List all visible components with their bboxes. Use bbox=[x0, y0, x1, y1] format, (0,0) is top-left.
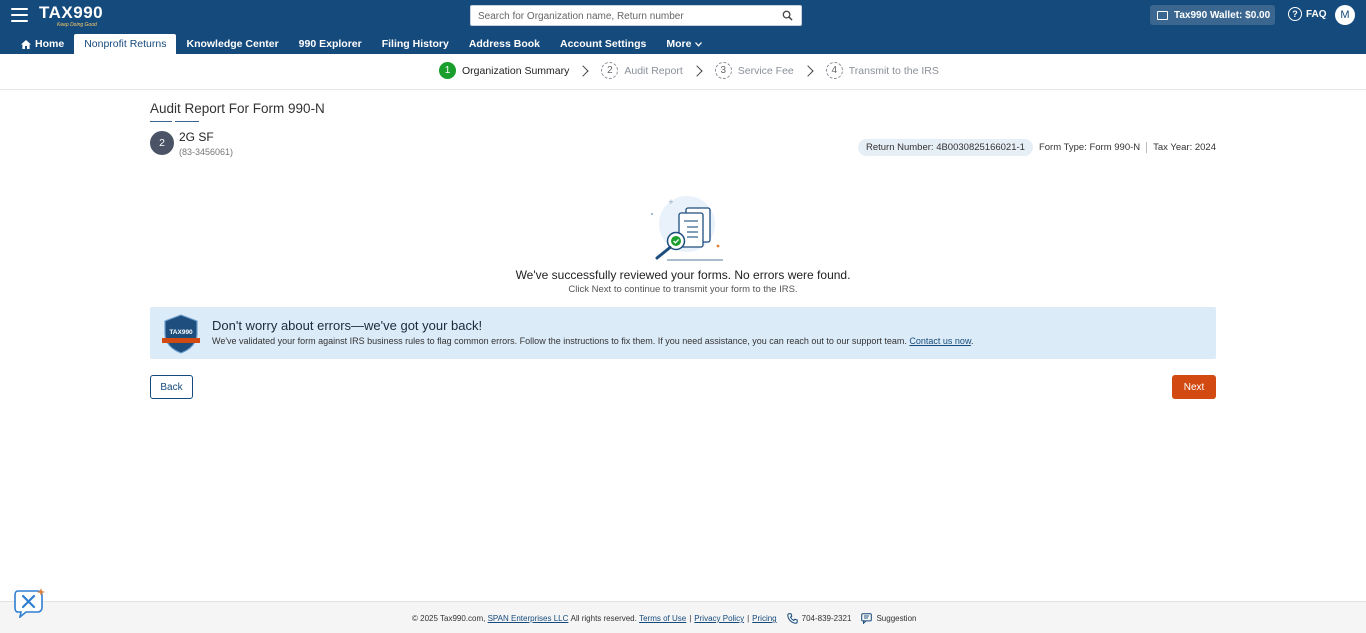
home-icon bbox=[21, 39, 31, 49]
search-icon[interactable] bbox=[782, 10, 793, 21]
step-label: Service Fee bbox=[737, 64, 794, 77]
phone-icon bbox=[786, 613, 798, 624]
suggestion-link[interactable]: Suggestion bbox=[876, 614, 916, 623]
step-label: Audit Report bbox=[624, 64, 683, 77]
tab-address-book[interactable]: Address Book bbox=[459, 34, 550, 54]
search-box bbox=[470, 5, 802, 26]
step-audit-report[interactable]: 2 Audit Report bbox=[601, 62, 683, 79]
support-banner: TAX990 Don't worry about errors—we've go… bbox=[150, 307, 1216, 359]
wallet-button[interactable]: Tax990 Wallet: $0.00 bbox=[1150, 5, 1275, 25]
wallet-label: Tax990 Wallet: $0.00 bbox=[1174, 9, 1271, 21]
step-number: 1 bbox=[439, 62, 456, 79]
banner-title: Don't worry about errors—we've got your … bbox=[212, 318, 483, 333]
step-transmit-irs[interactable]: 4 Transmit to the IRS bbox=[825, 62, 939, 79]
title-divider bbox=[150, 121, 172, 122]
progress-stepper: 1 Organization Summary 2 Audit Report 3 … bbox=[0, 54, 1366, 90]
svg-text:+: + bbox=[668, 198, 674, 206]
chevron-right-icon bbox=[802, 64, 814, 77]
contact-us-link[interactable]: Contact us now bbox=[909, 336, 971, 346]
company-link[interactable]: SPAN Enterprises LLC bbox=[488, 614, 569, 623]
org-avatar: 2 bbox=[150, 131, 174, 155]
search-input[interactable] bbox=[471, 7, 771, 26]
chevron-right-icon bbox=[691, 64, 703, 77]
suggestion-icon bbox=[861, 613, 873, 624]
logo-text: TAX990 bbox=[39, 3, 104, 22]
pricing-link[interactable]: Pricing bbox=[752, 614, 776, 623]
step-service-fee[interactable]: 3 Service Fee bbox=[714, 62, 794, 79]
tab-home-label: Home bbox=[35, 38, 65, 50]
tab-knowledge-center[interactable]: Knowledge Center bbox=[176, 34, 288, 54]
divider bbox=[1146, 142, 1148, 153]
tab-filing-history[interactable]: Filing History bbox=[372, 34, 459, 54]
step-number: 2 bbox=[601, 62, 619, 79]
main-nav: Home Nonprofit Returns Knowledge Center … bbox=[11, 34, 712, 54]
chevron-right-icon bbox=[577, 64, 590, 77]
step-number: 3 bbox=[714, 62, 732, 79]
tab-account-settings[interactable]: Account Settings bbox=[550, 34, 656, 54]
success-subtext: Click Next to continue to transmit your … bbox=[568, 284, 798, 295]
success-message: We've successfully reviewed your forms. … bbox=[515, 268, 851, 282]
tab-nonprofit-returns[interactable]: Nonprofit Returns bbox=[74, 34, 177, 54]
org-name: 2G SF bbox=[179, 130, 214, 144]
user-avatar[interactable]: M bbox=[1335, 5, 1355, 25]
privacy-link[interactable]: Privacy Policy bbox=[694, 614, 744, 623]
back-button[interactable]: Back bbox=[150, 375, 193, 399]
title-divider bbox=[175, 121, 199, 122]
tax990-logo[interactable]: TAX990 Keep Doing Good bbox=[39, 3, 103, 28]
step-organization-summary[interactable]: 1 Organization Summary bbox=[439, 62, 569, 79]
shield-badge-icon: TAX990 bbox=[162, 314, 200, 354]
footer: © 2025 Tax990.com, SPAN Enterprises LLC … bbox=[0, 601, 1366, 633]
tax-year: Tax Year: 2024 bbox=[1153, 142, 1216, 153]
faq-label: FAQ bbox=[1306, 8, 1327, 20]
hamburger-menu-icon[interactable] bbox=[11, 8, 28, 22]
chevron-down-icon bbox=[695, 41, 703, 47]
document-review-illustration-icon: + bbox=[651, 196, 723, 261]
step-label: Organization Summary bbox=[462, 64, 570, 77]
faq-link[interactable]: ? FAQ bbox=[1288, 7, 1327, 21]
banner-body-text: We've validated your form against IRS bu… bbox=[212, 336, 907, 346]
terms-link[interactable]: Terms of Use bbox=[639, 614, 686, 623]
logo-tagline: Keep Doing Good bbox=[57, 22, 97, 28]
return-number-badge: Return Number: 4B0030825166021-1 bbox=[857, 139, 1033, 156]
banner-body: We've validated your form against IRS bu… bbox=[212, 336, 973, 346]
phone-number[interactable]: 704-839-2321 bbox=[802, 614, 852, 623]
banner-period: . bbox=[970, 336, 974, 346]
org-ein: (83-3456061) bbox=[179, 147, 234, 157]
form-type: Form Type: Form 990-N bbox=[1038, 142, 1141, 153]
tab-more-label: More bbox=[666, 38, 692, 50]
next-button[interactable]: Next bbox=[1172, 375, 1216, 399]
page-title: Audit Report For Form 990-N bbox=[150, 101, 325, 116]
tab-990-explorer[interactable]: 990 Explorer bbox=[289, 34, 372, 54]
step-number: 4 bbox=[825, 62, 843, 79]
chat-assistant-icon[interactable] bbox=[14, 588, 46, 618]
tab-home[interactable]: Home bbox=[11, 34, 74, 54]
return-meta: Return Number: 4B0030825166021-1 Form Ty… bbox=[857, 139, 1216, 156]
copyright-text: © 2025 Tax990.com, bbox=[412, 614, 486, 623]
rights-text: All rights reserved. bbox=[570, 614, 637, 623]
wallet-icon bbox=[1157, 10, 1168, 20]
top-header: TAX990 Keep Doing Good Tax990 Wallet: $0… bbox=[0, 0, 1366, 54]
tab-more[interactable]: More bbox=[656, 34, 712, 54]
help-icon: ? bbox=[1288, 7, 1302, 21]
step-label: Transmit to the IRS bbox=[848, 64, 939, 77]
badge-text: TAX990 bbox=[169, 329, 193, 336]
